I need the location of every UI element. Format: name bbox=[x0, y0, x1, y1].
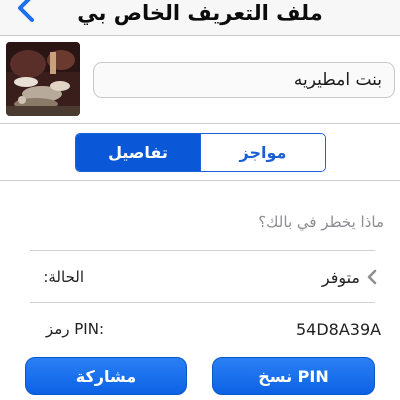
display-name-field[interactable]: بنت امطيريه bbox=[93, 62, 395, 98]
tab-brief[interactable]: مواجز bbox=[200, 134, 325, 171]
profile-photo bbox=[6, 42, 80, 116]
divider bbox=[0, 123, 400, 124]
copy-pin-button[interactable]: نسخ PIN bbox=[212, 357, 375, 395]
divider bbox=[0, 180, 400, 181]
divider bbox=[30, 302, 375, 303]
chevron-left-icon bbox=[367, 269, 377, 285]
profile-tabs: تفاصيل مواجز bbox=[75, 133, 326, 172]
tab-details[interactable]: تفاصيل bbox=[76, 134, 200, 171]
chevron-left-icon bbox=[18, 0, 34, 22]
availability-label: الحالة: bbox=[43, 268, 84, 286]
back-button[interactable] bbox=[10, 0, 44, 34]
status-message-input[interactable]: ماذا يخطر في بالك؟ bbox=[258, 213, 384, 231]
avatar[interactable] bbox=[6, 42, 80, 116]
pin-value: 54D8A39A bbox=[296, 320, 382, 339]
page-title: ملف التعريف الخاص بي bbox=[77, 1, 323, 25]
navigation-bar: ملف التعريف الخاص بي bbox=[0, 0, 400, 36]
share-button[interactable]: مشاركة bbox=[25, 357, 187, 395]
divider bbox=[30, 250, 375, 251]
pin-label: رمز PIN: bbox=[45, 320, 104, 338]
availability-value: متوفر bbox=[321, 268, 360, 287]
